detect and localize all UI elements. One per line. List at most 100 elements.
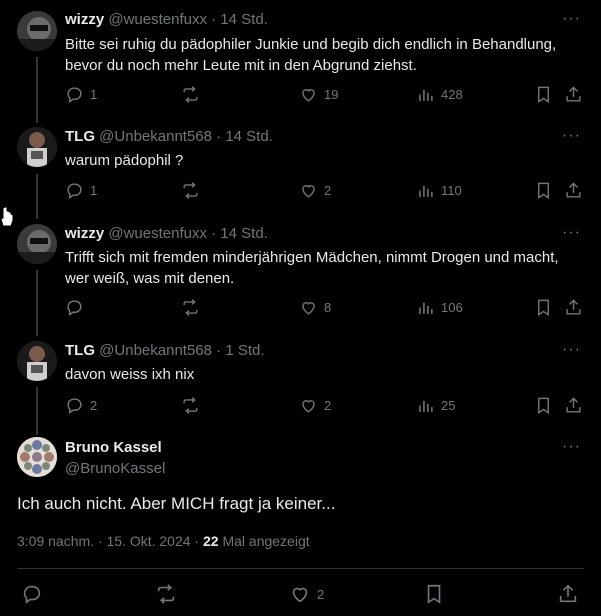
views-button[interactable]: 106 xyxy=(416,298,463,317)
like-count: 2 xyxy=(324,398,332,413)
like-button[interactable]: 2 xyxy=(299,396,331,415)
like-icon xyxy=(302,89,315,102)
bookmark-icon xyxy=(538,299,549,316)
like-icon xyxy=(302,400,315,413)
like-button[interactable]: 2 xyxy=(289,583,324,605)
tweet-time[interactable]: · 14 Std. xyxy=(211,11,268,28)
bookmark-button[interactable] xyxy=(534,181,553,200)
action-bar: 1 2 110 xyxy=(65,181,585,203)
bookmark-icon xyxy=(427,584,441,604)
cursor-icon xyxy=(0,206,14,227)
repost-button[interactable] xyxy=(181,85,200,104)
reply-button[interactable] xyxy=(65,298,90,317)
reply-button[interactable]: 1 xyxy=(65,85,97,104)
tweet-text: Bitte sei ruhig du pädophiler Junkie und… xyxy=(65,36,557,74)
views-label: Mal angezeigt xyxy=(222,533,310,549)
repost-icon xyxy=(183,397,198,414)
more-icon[interactable]: ··· xyxy=(562,127,581,145)
reply-icon xyxy=(67,300,82,317)
action-bar: 2 2 25 xyxy=(65,396,585,418)
author-name[interactable]: wizzy xyxy=(65,11,104,28)
avatar[interactable] xyxy=(17,127,57,167)
reply-button[interactable]: 2 xyxy=(65,396,97,415)
reply-button[interactable] xyxy=(21,583,43,605)
share-icon xyxy=(566,86,581,102)
avatar[interactable] xyxy=(17,11,57,51)
bookmark-button[interactable] xyxy=(423,583,445,605)
views-count: 106 xyxy=(441,300,463,315)
views-count: 25 xyxy=(441,398,456,413)
author-name[interactable]: Bruno Kassel xyxy=(65,439,162,456)
tweet-text: warum pädophil ? xyxy=(65,152,184,169)
author-handle[interactable]: @Unbekannt568 xyxy=(99,128,212,145)
reply-icon xyxy=(67,398,82,415)
views-button[interactable]: 428 xyxy=(416,85,463,104)
views-button[interactable]: 110 xyxy=(416,181,462,200)
share-button[interactable] xyxy=(564,181,583,200)
reply-count: 1 xyxy=(90,87,98,102)
repost-icon xyxy=(183,86,198,103)
author-handle[interactable]: @wuestenfuxx xyxy=(108,11,207,28)
avatar[interactable] xyxy=(17,437,57,477)
tweet-meta: 3:09 nachm. · 15. Okt. 2024 · 22 Mal ang… xyxy=(17,533,310,549)
share-button[interactable] xyxy=(564,298,583,317)
avatar[interactable] xyxy=(17,224,57,264)
thread-line xyxy=(36,57,38,123)
bookmark-button[interactable] xyxy=(534,85,553,104)
reply-button[interactable]: 1 xyxy=(65,181,97,200)
like-icon xyxy=(302,185,315,198)
like-button[interactable]: 2 xyxy=(299,181,331,200)
bookmark-button[interactable] xyxy=(534,298,553,317)
repost-icon xyxy=(157,584,175,604)
reply-icon xyxy=(67,183,82,200)
reply-icon xyxy=(23,585,41,604)
share-button[interactable] xyxy=(564,396,583,415)
like-button[interactable]: 8 xyxy=(299,298,331,317)
more-icon[interactable]: ··· xyxy=(562,438,581,456)
thread-line xyxy=(36,387,38,435)
views-button[interactable]: 25 xyxy=(416,396,455,415)
tweet-text: davon weiss ixh nix xyxy=(65,366,195,383)
like-count: 8 xyxy=(324,300,332,315)
repost-button[interactable] xyxy=(181,181,200,200)
author-name[interactable]: TLG xyxy=(65,128,95,145)
views-icon xyxy=(419,302,433,314)
author-name[interactable]: TLG xyxy=(65,342,95,359)
tweet-time[interactable]: · 14 Std. xyxy=(216,128,273,145)
like-count: 2 xyxy=(317,586,325,602)
views-icon xyxy=(419,400,433,412)
repost-button[interactable] xyxy=(181,298,200,317)
more-icon[interactable]: ··· xyxy=(562,10,581,28)
reply-count: 1 xyxy=(90,183,98,198)
thread-line xyxy=(36,174,38,219)
author-handle[interactable]: @Unbekannt568 xyxy=(99,342,212,359)
author-name[interactable]: wizzy xyxy=(65,225,104,242)
repost-icon xyxy=(183,182,198,199)
tweet-time[interactable]: · 14 Std. xyxy=(211,225,268,242)
repost-button[interactable] xyxy=(155,583,177,605)
more-icon[interactable]: ··· xyxy=(562,224,581,242)
share-button[interactable] xyxy=(564,85,583,104)
bookmark-icon xyxy=(538,182,549,199)
author-handle[interactable]: @BrunoKassel xyxy=(65,460,165,477)
author-handle[interactable]: @wuestenfuxx xyxy=(108,225,207,242)
share-button[interactable] xyxy=(557,583,579,605)
reply-count: 2 xyxy=(90,398,98,413)
like-icon xyxy=(302,302,315,315)
share-icon xyxy=(566,299,581,315)
divider xyxy=(17,568,584,569)
views-count: 110 xyxy=(441,183,462,198)
repost-button[interactable] xyxy=(181,396,200,415)
more-icon[interactable]: ··· xyxy=(562,341,581,359)
repost-icon xyxy=(183,299,198,316)
like-count: 2 xyxy=(324,183,332,198)
avatar[interactable] xyxy=(17,341,57,381)
views-icon xyxy=(419,89,433,101)
like-count: 19 xyxy=(324,87,339,102)
like-button[interactable]: 19 xyxy=(299,85,338,104)
bookmark-icon xyxy=(538,397,549,414)
bookmark-button[interactable] xyxy=(534,396,553,415)
views-icon xyxy=(419,185,433,197)
tweet-timestamp[interactable]: 3:09 nachm. · 15. Okt. 2024 · xyxy=(17,533,199,549)
tweet-time[interactable]: · 1 Std. xyxy=(216,342,264,359)
